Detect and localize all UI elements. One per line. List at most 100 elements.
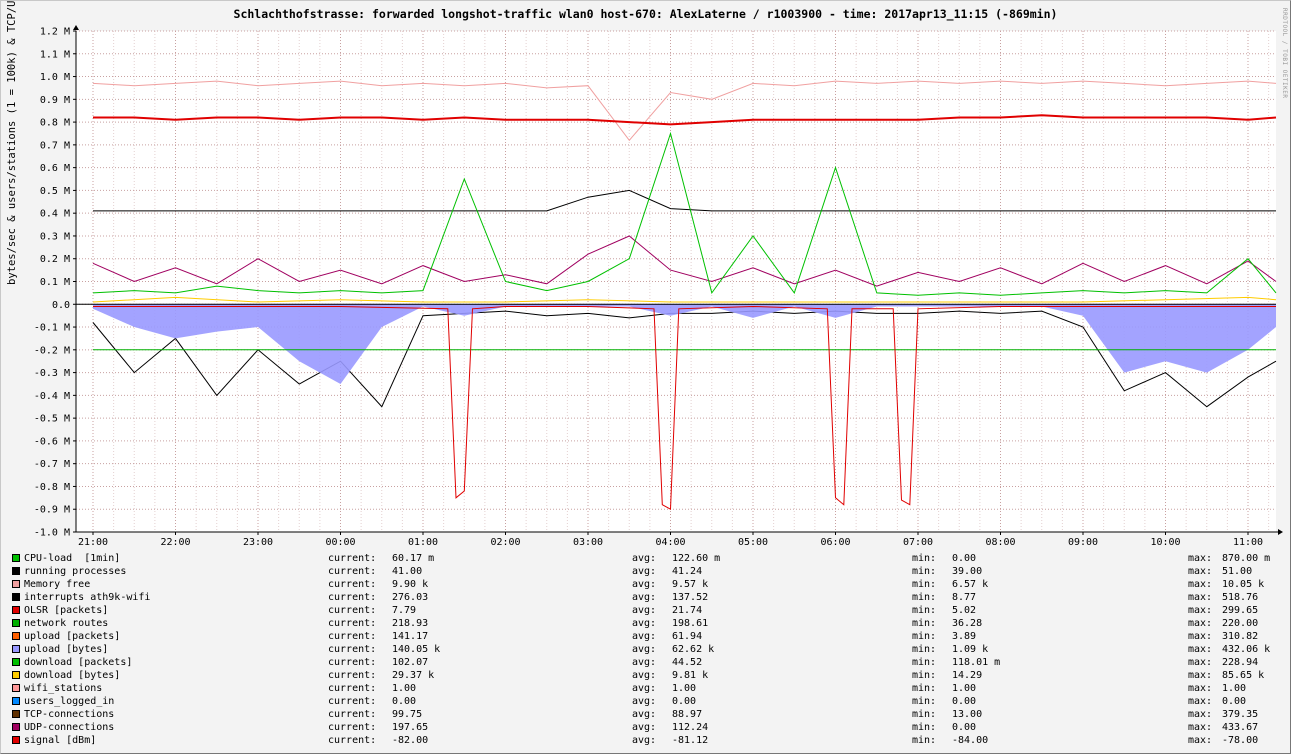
x-tick-label: 11:00 xyxy=(1233,537,1263,548)
legend-min-label: min: xyxy=(912,566,937,577)
legend-swatch xyxy=(12,580,20,588)
legend-row: upload [packets] current: 141.17 avg: 61.94 m… xyxy=(12,630,1280,643)
legend-max-value: 379.35 xyxy=(1222,709,1259,720)
legend-max-label: max: xyxy=(1188,683,1213,694)
x-tick-label: 03:00 xyxy=(573,537,603,548)
legend-min-value: 39.00 xyxy=(952,566,983,577)
legend-max-value: 228.94 xyxy=(1222,657,1259,668)
y-tick-label: 0.6 M xyxy=(40,163,70,174)
y-tick-label: 0.7 M xyxy=(40,140,70,151)
legend-avg-label: avg: xyxy=(632,605,657,616)
legend-swatch xyxy=(12,697,20,705)
legend-current-label: current: xyxy=(328,709,377,720)
legend-avg-value: 198.61 xyxy=(672,618,709,629)
legend-max-value: 85.65 k xyxy=(1222,670,1265,681)
legend-avg-value: 112.24 xyxy=(672,722,709,733)
legend-swatch xyxy=(12,658,20,666)
legend-current-value: 41.00 xyxy=(392,566,423,577)
legend-swatch xyxy=(12,684,20,692)
legend-row: users_logged_in current: 0.00 avg: 0.00 min: 0… xyxy=(12,695,1280,708)
legend-current-value: 141.17 xyxy=(392,631,429,642)
graph-title: Schlachthofstrasse: forwarded longshot-t… xyxy=(233,7,1058,21)
legend-series-name: TCP-connections xyxy=(24,709,115,720)
legend-max-label: max: xyxy=(1188,670,1213,681)
legend-current-label: current: xyxy=(328,683,377,694)
legend-row: network routes current: 218.93 avg: 198.61 mi… xyxy=(12,617,1280,630)
legend-min-value: 118.01 m xyxy=(952,657,1001,668)
legend-max-value: 51.00 xyxy=(1222,566,1253,577)
legend-avg-label: avg: xyxy=(632,670,657,681)
y-tick-label: 0.3 M xyxy=(40,231,70,242)
legend-min-label: min: xyxy=(912,631,937,642)
legend-min-value: 36.28 xyxy=(952,618,983,629)
legend-avg-label: avg: xyxy=(632,722,657,733)
legend-current-value: 102.07 xyxy=(392,657,429,668)
legend-avg-value: 44.52 xyxy=(672,657,703,668)
legend-avg-label: avg: xyxy=(632,553,657,564)
legend-row: interrupts ath9k-wifi current: 276.03 avg: 1… xyxy=(12,591,1280,604)
legend-max-value: 433.67 xyxy=(1222,722,1259,733)
legend-current-value: -82.00 xyxy=(392,735,429,746)
legend-current-label: current: xyxy=(328,579,377,590)
legend-series-name: download [packets] xyxy=(24,657,133,668)
legend-min-label: min: xyxy=(912,709,937,720)
legend-avg-value: 1.00 xyxy=(672,683,697,694)
legend-current-label: current: xyxy=(328,722,377,733)
legend-avg-value: -81.12 xyxy=(672,735,709,746)
legend-min-label: min: xyxy=(912,618,937,629)
legend-current-value: 1.00 xyxy=(392,683,417,694)
legend-current-label: current: xyxy=(328,592,377,603)
legend-avg-label: avg: xyxy=(632,618,657,629)
legend-row: signal [dBm] current: -82.00 avg: -81.12 min:… xyxy=(12,734,1280,747)
legend-min-value: 0.00 xyxy=(952,722,977,733)
legend-min-value: 3.89 xyxy=(952,631,977,642)
legend-row: download [packets] current: 102.07 avg: 44.5… xyxy=(12,656,1280,669)
legend-current-value: 140.05 k xyxy=(392,644,441,655)
legend-avg-label: avg: xyxy=(632,709,657,720)
legend-avg-value: 88.97 xyxy=(672,709,703,720)
legend-max-value: 299.65 xyxy=(1222,605,1259,616)
legend-current-label: current: xyxy=(328,605,377,616)
y-axis-arrow xyxy=(73,25,79,30)
legend-current-label: current: xyxy=(328,631,377,642)
y-tick-label: -0.8 M xyxy=(34,482,70,493)
y-tick-label: -0.4 M xyxy=(34,391,70,402)
legend-min-value: 13.00 xyxy=(952,709,983,720)
legend-series-name: upload [bytes] xyxy=(24,644,109,655)
legend-current-label: current: xyxy=(328,553,377,564)
legend-series-name: wifi_stations xyxy=(24,683,103,694)
legend-min-label: min: xyxy=(912,644,937,655)
legend-avg-label: avg: xyxy=(632,579,657,590)
legend-row: running processes current: 41.00 avg: 41.24 m… xyxy=(12,565,1280,578)
legend-max-value: 0.00 xyxy=(1222,696,1247,707)
y-tick-label: -0.5 M xyxy=(34,414,70,425)
legend-current-value: 60.17 m xyxy=(392,553,435,564)
legend-max-value: 870.00 m xyxy=(1222,553,1271,564)
legend-avg-value: 122.60 m xyxy=(672,553,721,564)
legend-swatch xyxy=(12,710,20,718)
rrd-graph: 1.2 M 1.1 M 1.0 M 0.9 M 0.8 M 0.7 M 0.6 M 0.5 M… xyxy=(34,25,1283,548)
x-tick-label: 08:00 xyxy=(985,537,1015,548)
legend-current-label: current: xyxy=(328,670,377,681)
legend-current-label: current: xyxy=(328,618,377,629)
y-tick-label: 0.9 M xyxy=(40,95,70,106)
legend-row: upload [bytes] current: 140.05 k avg: 62.62 … xyxy=(12,643,1280,656)
legend-max-label: max: xyxy=(1188,709,1213,720)
legend-series-name: users_logged_in xyxy=(24,696,115,707)
legend-swatch xyxy=(12,723,20,731)
legend-current-value: 218.93 xyxy=(392,618,429,629)
legend-avg-label: avg: xyxy=(632,683,657,694)
legend-row: TCP-connections current: 99.75 avg: 88.97 min… xyxy=(12,708,1280,721)
legend-swatch xyxy=(12,554,20,562)
legend-series-name: download [bytes] xyxy=(24,670,121,681)
legend-max-label: max: xyxy=(1188,735,1213,746)
y-tick-label: 0.1 M xyxy=(40,277,70,288)
legend-current-label: current: xyxy=(328,644,377,655)
legend-max-label: max: xyxy=(1188,579,1213,590)
legend-max-label: max: xyxy=(1188,631,1213,642)
legend-avg-label: avg: xyxy=(632,592,657,603)
legend-current-value: 197.65 xyxy=(392,722,429,733)
legend-avg-value: 62.62 k xyxy=(672,644,715,655)
x-tick-label: 02:00 xyxy=(490,537,520,548)
legend-swatch xyxy=(12,619,20,627)
